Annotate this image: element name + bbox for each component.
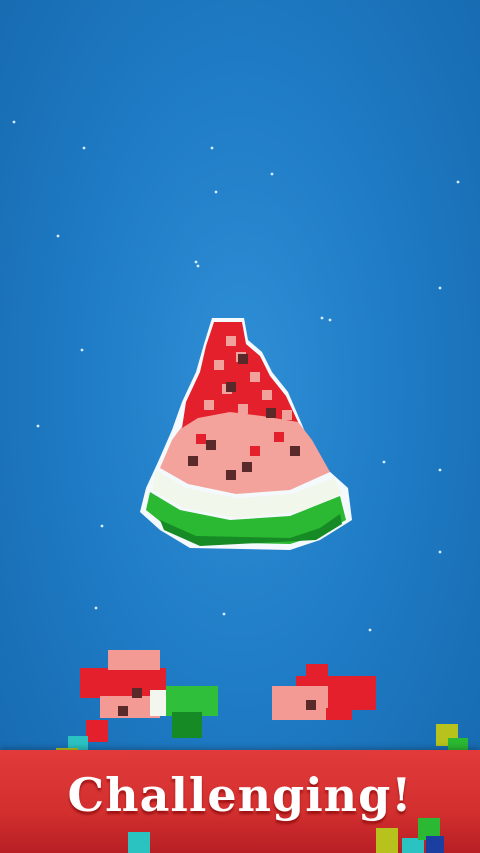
- banner-cubes: [128, 818, 444, 853]
